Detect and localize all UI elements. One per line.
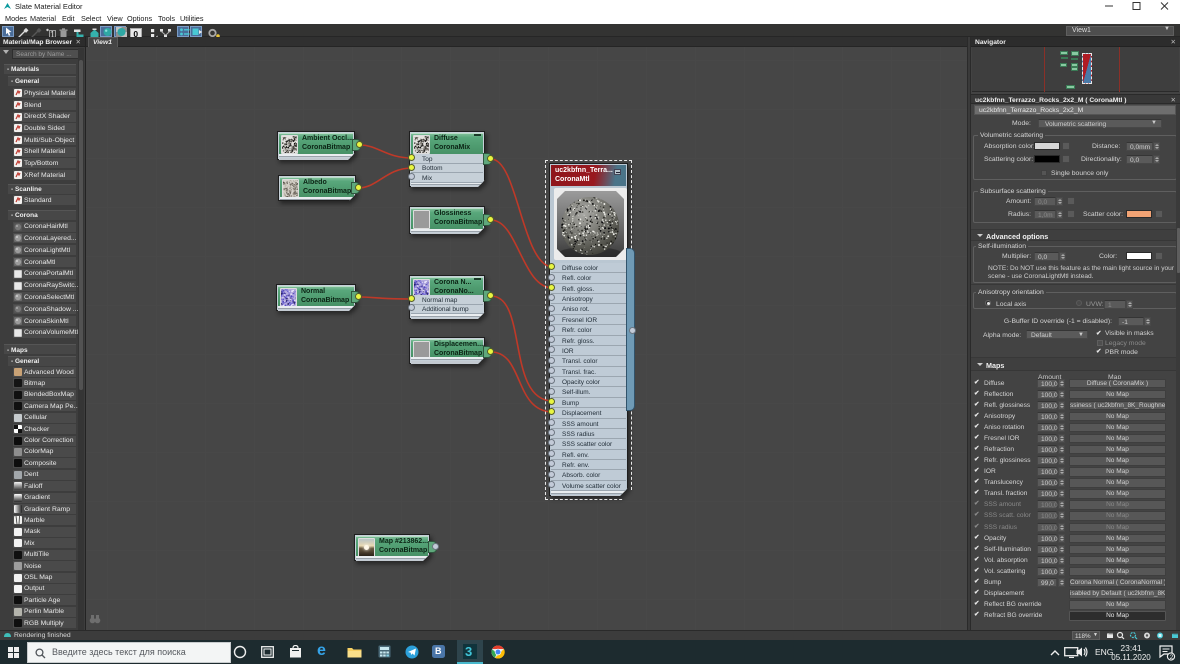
svg-text:2: 2 (1170, 654, 1174, 661)
